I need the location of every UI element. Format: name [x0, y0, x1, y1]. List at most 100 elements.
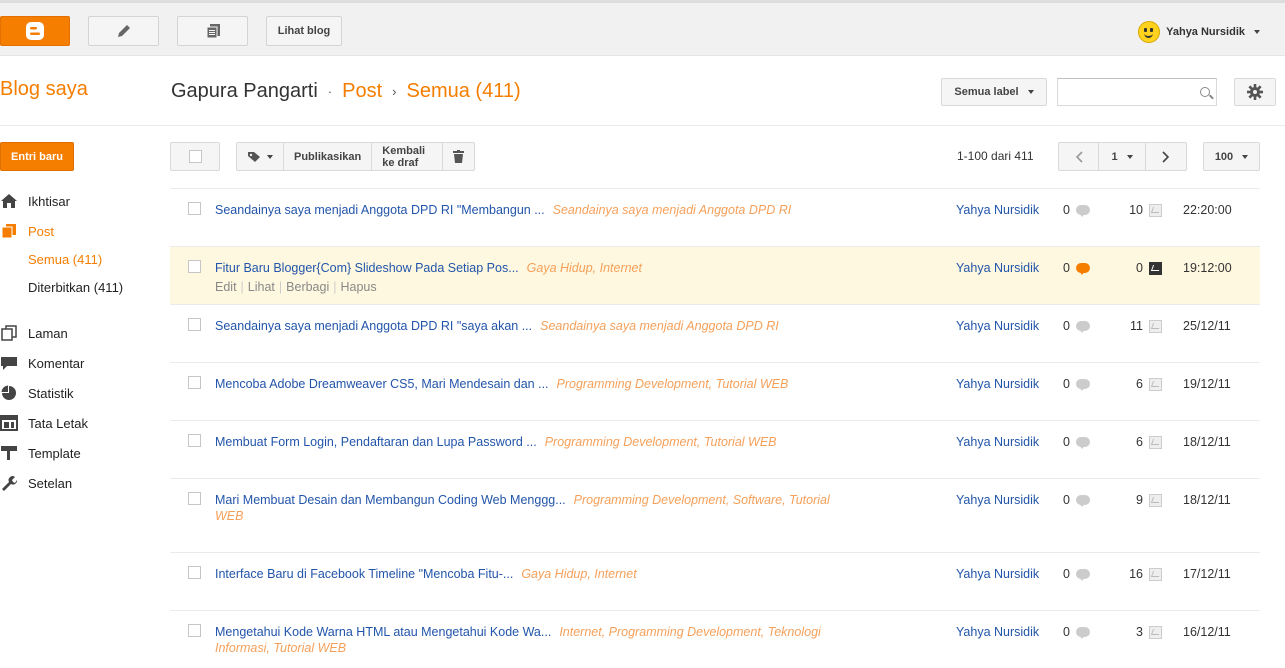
post-labels[interactable]: Programming Development, Tutorial WEB [545, 435, 777, 449]
breadcrumb-post[interactable]: Post [342, 80, 382, 103]
post-title-link[interactable]: Seandainya saya menjadi Anggota DPD RI "… [215, 203, 545, 217]
label-filter-dropdown[interactable]: Semua label [941, 78, 1047, 106]
sidebar-item-posts[interactable]: Post [0, 216, 160, 246]
new-post-button[interactable]: Entri baru [0, 142, 74, 171]
row-checkbox[interactable] [188, 318, 201, 331]
view-link[interactable]: Lihat [248, 280, 275, 294]
comment-count[interactable]: 0 [1063, 261, 1090, 275]
post-labels-continued[interactable]: WEB [215, 509, 243, 523]
settings-button[interactable] [1234, 78, 1276, 106]
row-checkbox[interactable] [188, 260, 201, 273]
sidebar-item-template[interactable]: Template [0, 438, 160, 468]
table-row[interactable]: Mencoba Adobe Dreamweaver CS5, Mari Mend… [170, 362, 1260, 420]
row-checkbox[interactable] [188, 624, 201, 637]
sidebar-item-comments[interactable]: Komentar [0, 348, 160, 378]
comment-bubble-icon [1075, 437, 1090, 449]
view-count[interactable]: 11 [1110, 319, 1162, 333]
row-checkbox[interactable] [188, 566, 201, 579]
post-title-link[interactable]: Interface Baru di Facebook Timeline "Men… [215, 567, 513, 581]
comment-count[interactable]: 0 [1063, 435, 1090, 449]
account-menu[interactable]: Yahya Nursidik [1138, 21, 1260, 43]
post-author[interactable]: Yahya Nursidik [956, 625, 1039, 639]
search-input[interactable] [1057, 78, 1217, 106]
post-author[interactable]: Yahya Nursidik [956, 203, 1039, 217]
post-labels[interactable]: Programming Development, Software, Tutor… [574, 493, 830, 507]
table-row[interactable]: Seandainya saya menjadi Anggota DPD RI "… [170, 188, 1260, 246]
sidebar-item-pages[interactable]: Laman [0, 318, 160, 348]
post-labels[interactable]: Gaya Hidup, Internet [527, 261, 642, 275]
view-count[interactable]: 0 [1110, 261, 1162, 275]
chart-icon [1149, 493, 1162, 507]
post-author[interactable]: Yahya Nursidik [956, 319, 1039, 333]
comment-count[interactable]: 0 [1063, 493, 1090, 507]
table-row[interactable]: Mari Membuat Desain dan Membangun Coding… [170, 478, 1260, 552]
comment-count[interactable]: 0 [1063, 203, 1090, 217]
delete-button[interactable] [443, 143, 474, 170]
page-select[interactable]: 1 [1099, 143, 1146, 170]
share-link[interactable]: Berbagi [286, 280, 329, 294]
view-blog-button[interactable]: Lihat blog [266, 16, 342, 46]
delete-link[interactable]: Hapus [341, 280, 377, 294]
view-count[interactable]: 10 [1110, 203, 1162, 217]
table-row[interactable]: Membuat Form Login, Pendaftaran dan Lupa… [170, 420, 1260, 478]
row-checkbox[interactable] [188, 492, 201, 505]
post-title-link[interactable]: Mengetahui Kode Warna HTML atau Mengetah… [215, 625, 551, 639]
post-author[interactable]: Yahya Nursidik [956, 435, 1039, 449]
my-blogs-link[interactable]: Blog saya [0, 78, 88, 101]
post-labels[interactable]: Internet, Programming Development, Tekno… [559, 625, 820, 639]
sidebar-item-stats[interactable]: Statistik [0, 378, 160, 408]
post-title-link[interactable]: Fitur Baru Blogger{Com} Slideshow Pada S… [215, 261, 519, 275]
table-row[interactable]: Seandainya saya menjadi Anggota DPD RI "… [170, 304, 1260, 362]
search-icon[interactable] [1200, 87, 1210, 97]
comment-count-value: 0 [1063, 625, 1070, 639]
table-row[interactable]: Fitur Baru Blogger{Com} Slideshow Pada S… [170, 246, 1260, 304]
table-row[interactable]: Mengetahui Kode Warna HTML atau Mengetah… [170, 610, 1260, 668]
post-title-link[interactable]: Mencoba Adobe Dreamweaver CS5, Mari Mend… [215, 377, 549, 391]
comment-count[interactable]: 0 [1063, 319, 1090, 333]
comment-count[interactable]: 0 [1063, 377, 1090, 391]
posts-list-button[interactable] [177, 16, 248, 46]
post-title-link[interactable]: Mari Membuat Desain dan Membangun Coding… [215, 493, 566, 507]
sidebar-item-overview[interactable]: Ikhtisar [0, 186, 160, 216]
post-author[interactable]: Yahya Nursidik [956, 567, 1039, 581]
post-labels[interactable]: Gaya Hidup, Internet [521, 567, 636, 581]
sidebar-subitem-all[interactable]: Semua (411) [0, 246, 160, 274]
post-author[interactable]: Yahya Nursidik [956, 261, 1039, 275]
sidebar-subitem-published[interactable]: Diterbitkan (411) [0, 274, 160, 302]
view-count[interactable]: 16 [1110, 567, 1162, 581]
view-count[interactable]: 6 [1110, 377, 1162, 391]
row-checkbox[interactable] [188, 202, 201, 215]
next-page-button[interactable] [1146, 143, 1186, 170]
page-number: 1 [1111, 150, 1118, 163]
post-title-link[interactable]: Seandainya saya menjadi Anggota DPD RI "… [215, 319, 532, 333]
post-title-link[interactable]: Membuat Form Login, Pendaftaran dan Lupa… [215, 435, 537, 449]
post-author[interactable]: Yahya Nursidik [956, 377, 1039, 391]
comment-count[interactable]: 0 [1063, 625, 1090, 639]
post-labels[interactable]: Seandainya saya menjadi Anggota DPD RI [553, 203, 792, 217]
select-all-checkbox[interactable] [170, 142, 220, 171]
comment-bubble-icon [1075, 205, 1090, 217]
post-labels[interactable]: Seandainya saya menjadi Anggota DPD RI [540, 319, 779, 333]
view-count[interactable]: 6 [1110, 435, 1162, 449]
comment-count[interactable]: 0 [1063, 567, 1090, 581]
view-count[interactable]: 3 [1110, 625, 1162, 639]
sidebar-item-layout[interactable]: Tata Letak [0, 408, 160, 438]
view-count[interactable]: 9 [1110, 493, 1162, 507]
revert-to-draft-button[interactable]: Kembali ke draf [372, 143, 444, 170]
post-labels-continued[interactable]: Informasi, Tutorial WEB [215, 641, 346, 655]
post-date: 25/12/11 [1183, 319, 1231, 333]
per-page-select[interactable]: 100 [1203, 142, 1260, 171]
blogger-logo-button[interactable] [0, 16, 70, 46]
row-checkbox[interactable] [188, 434, 201, 447]
table-row[interactable]: Interface Baru di Facebook Timeline "Men… [170, 552, 1260, 610]
edit-link[interactable]: Edit [215, 280, 237, 294]
label-button[interactable] [237, 143, 284, 170]
sidebar-item-settings[interactable]: Setelan [0, 468, 160, 498]
prev-page-button[interactable] [1059, 143, 1100, 170]
publish-button[interactable]: Publikasikan [284, 143, 373, 170]
new-post-pencil-button[interactable] [88, 16, 159, 46]
row-checkbox[interactable] [188, 376, 201, 389]
post-labels[interactable]: Programming Development, Tutorial WEB [557, 377, 789, 391]
post-author[interactable]: Yahya Nursidik [956, 493, 1039, 507]
blog-name[interactable]: Gapura Pangarti [171, 80, 318, 103]
